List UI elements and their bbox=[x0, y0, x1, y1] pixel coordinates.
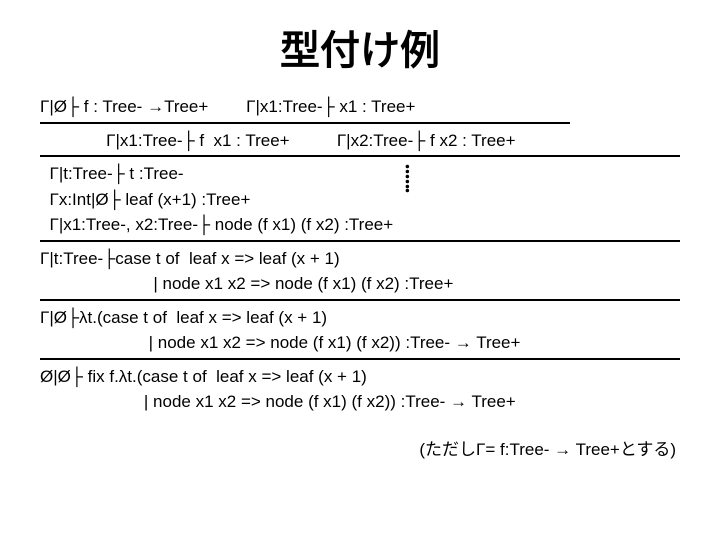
premise-2b: Γ|x2:Tree-├ f x2 : Tree+ bbox=[337, 131, 516, 150]
conclusion-5a: Γ|Ø├λt.(case t of leaf x => leaf (x + 1) bbox=[40, 305, 680, 331]
conclusion-4b: | node x1 x2 => node (f x1) (f x2) :Tree… bbox=[40, 271, 680, 297]
rule-line-1 bbox=[40, 122, 570, 124]
conclusion-6b: | node x1 x2 => node (f x1) (f x2)) :Tre… bbox=[40, 389, 680, 415]
conclusion-4a: Γ|t:Tree-├case t of leaf x => leaf (x + … bbox=[40, 246, 680, 272]
premise-3b: Γx:Int|Ø├ leaf (x+1) :Tree+ bbox=[40, 187, 250, 213]
footnote: (ただしΓ= f:Tree- → Tree+とする) bbox=[40, 437, 680, 463]
premise-row-1: Γ|Ø├ f : Tree- →Tree+ Γ|x1:Tree-├ x1 : T… bbox=[40, 94, 680, 120]
premise-1b: Γ|x1:Tree-├ x1 : Tree+ bbox=[246, 97, 415, 116]
derivation-content: Γ|Ø├ f : Tree- →Tree+ Γ|x1:Tree-├ x1 : T… bbox=[40, 94, 680, 462]
rule-line-3 bbox=[40, 240, 680, 242]
slide-title: 型付け例 bbox=[40, 18, 680, 76]
slide: 型付け例 Γ|Ø├ f : Tree- →Tree+ Γ|x1:Tree-├ x… bbox=[0, 0, 720, 540]
premise-3a: Γ|t:Tree-├ t :Tree- bbox=[40, 161, 250, 187]
rule-line-2 bbox=[40, 155, 680, 157]
conclusion-6a: Ø|Ø├ fix f.λt.(case t of leaf x => leaf … bbox=[40, 364, 680, 390]
premise-1a: Γ|Ø├ f : Tree- →Tree+ bbox=[40, 97, 208, 116]
conclusion-5b: | node x1 x2 => node (f x1) (f x2)) :Tre… bbox=[40, 330, 680, 356]
vdots-icon: ・・・・・・ bbox=[400, 165, 408, 194]
premise-row-2: Γ|x1:Tree-├ f x1 : Tree+ Γ|x2:Tree-├ f x… bbox=[40, 128, 680, 154]
premise-3c: Γ|x1:Tree-, x2:Tree-├ node (f x1) (f x2)… bbox=[40, 212, 680, 238]
rule-line-4 bbox=[40, 299, 680, 301]
rule-line-5 bbox=[40, 358, 680, 360]
premise-2a: Γ|x1:Tree-├ f x1 : Tree+ bbox=[106, 131, 289, 150]
